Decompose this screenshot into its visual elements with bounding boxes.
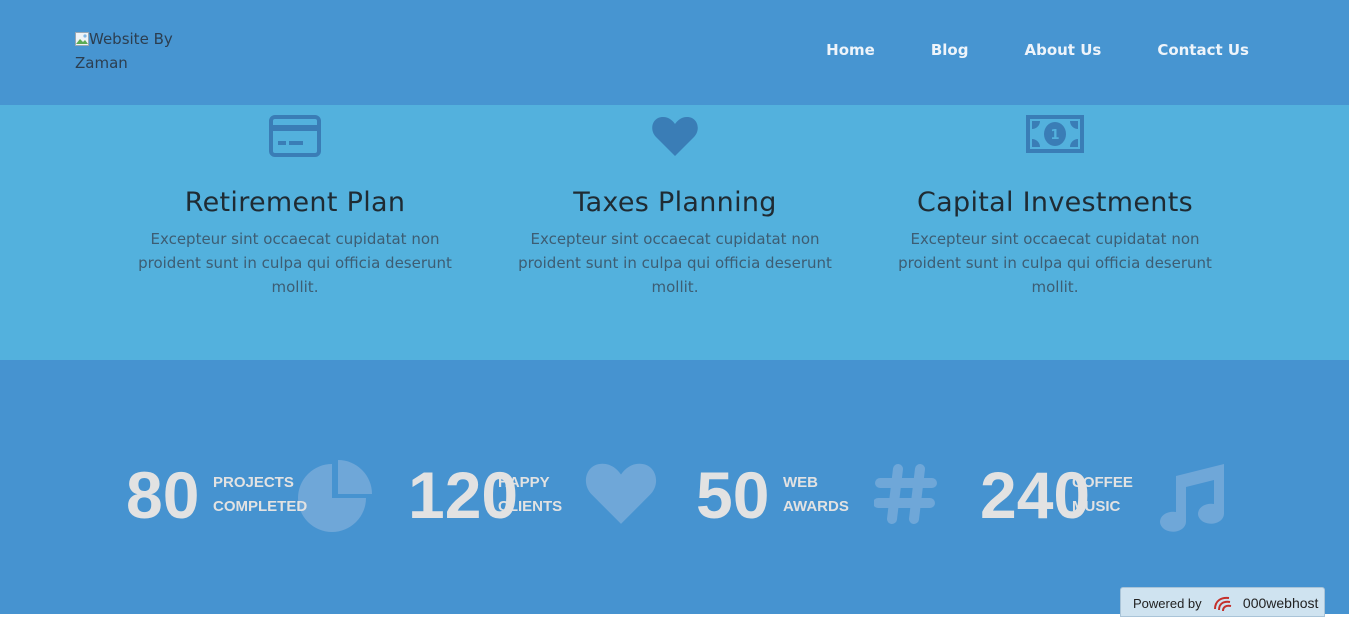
stat-label: WEB AWARDS [783,474,849,515]
hashtag-icon [873,463,938,529]
service-title: Taxes Planning [573,187,777,218]
stat-label: COFFEE MUSIC [1072,474,1133,515]
credit-card-icon [269,115,321,161]
broken-image-icon [75,29,89,46]
main-nav: Home Blog About Us Contact Us [770,38,1249,62]
site-logo[interactable]: Website By Zaman [75,27,175,75]
stat-label: HAPPY CLIENTS [498,474,563,515]
powered-by-badge[interactable]: Powered by 000webhost [1120,587,1325,617]
service-description: Excepteur sint occaecat cupidatat non pr… [898,230,1212,296]
nav-home[interactable]: Home [826,38,875,62]
powered-by-brand: 000webhost [1242,595,1319,611]
stats-section: 80 PROJECTS COMPLETED 120 HAPPY CLIENTS 50… [0,360,1349,614]
pie-chart-icon [298,460,374,536]
stat-number: 80 [126,458,200,532]
services-section: Retirement Plan Excepteur sint occaecat … [0,105,1349,360]
nav-blog[interactable]: Blog [931,38,969,62]
heart-icon [651,115,699,161]
heart-icon [584,460,658,530]
site-header: Website By Zaman Home Blog About Us Cont… [0,0,1349,105]
svg-text:1: 1 [1050,128,1059,143]
stat-number: 50 [696,458,770,532]
service-title: Retirement Plan [184,187,406,218]
service-description: Excepteur sint occaecat cupidatat non pr… [518,230,832,296]
logo-alt-text: Website By Zaman [75,30,173,72]
money-bill-icon: 1 [1026,115,1084,157]
nav-about-us[interactable]: About Us [1024,38,1101,62]
music-note-icon [1154,460,1228,536]
nav-contact-us[interactable]: Contact Us [1157,38,1249,62]
stat-label: PROJECTS COMPLETED [213,474,308,515]
service-title: Capital Investments [917,187,1193,218]
service-description: Excepteur sint occaecat cupidatat non pr… [138,230,452,296]
webhost-logo-icon [1214,596,1232,612]
powered-by-text: Powered by [1133,596,1202,611]
